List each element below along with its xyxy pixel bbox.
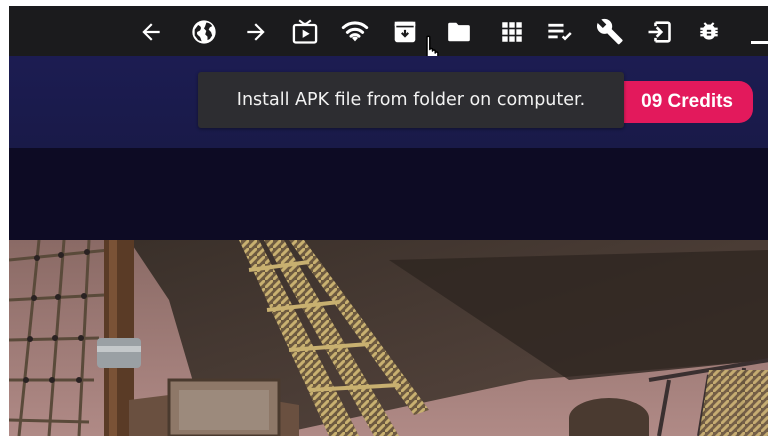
wrench-icon[interactable] [597,18,625,46]
app-header-lower [9,148,768,240]
input-icon[interactable] [645,18,673,46]
bug-icon[interactable] [695,18,723,46]
tooltip: Install APK file from folder on computer… [198,72,624,128]
playlist-check-icon[interactable] [546,18,574,46]
forward-arrow-icon[interactable] [242,18,270,46]
install-apk-icon[interactable] [391,18,419,46]
emulator-window: 09 Credits Install APK file from folder … [9,6,768,436]
minimize-icon[interactable] [744,18,768,46]
wifi-icon[interactable] [341,18,369,46]
apps-grid-icon[interactable] [498,18,526,46]
globe-icon[interactable] [190,18,218,46]
tv-icon[interactable] [291,18,319,46]
emulator-toolbar [9,6,768,71]
back-arrow-icon[interactable] [137,18,165,46]
folder-icon[interactable] [445,18,473,46]
game-scene-image [9,240,768,436]
